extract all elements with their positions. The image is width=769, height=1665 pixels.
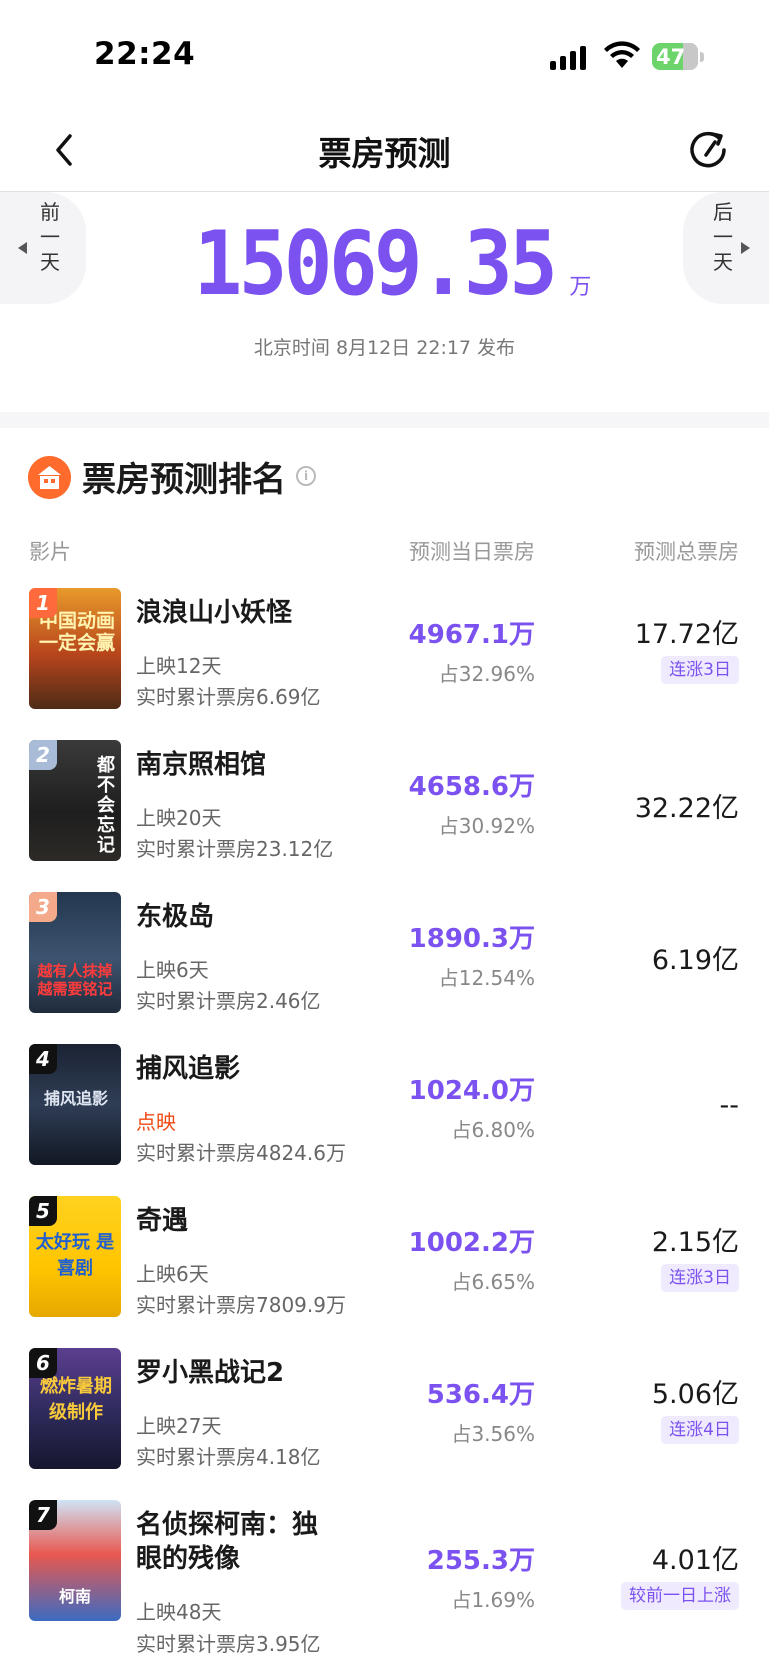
- status-time: 22:24: [94, 36, 196, 72]
- film-name: 东极岛: [136, 902, 215, 932]
- column-daily-forecast: 预测当日票房: [409, 540, 535, 564]
- film-cumulative: 实时累计票房4824.6万: [136, 1141, 346, 1165]
- page-title: 票房预测: [318, 134, 451, 173]
- film-name: 名侦探柯南：独眼的残像: [136, 1510, 319, 1574]
- film-poster: 燃炸暑期 级制作 6: [29, 1348, 121, 1469]
- poster-caption: 越有人抹掉越需要铭记: [37, 962, 113, 998]
- daily-share: 占3.56%: [451, 1422, 535, 1446]
- rank-badge: 4: [29, 1044, 57, 1074]
- total-forecast: 5.06亿: [651, 1379, 739, 1410]
- battery-icon: 47: [652, 43, 698, 70]
- film-cumulative: 实时累计票房7809.9万: [136, 1293, 346, 1317]
- film-cumulative: 实时累计票房23.12亿: [136, 837, 334, 861]
- film-release-days: 上映48天: [136, 1600, 222, 1624]
- poster-caption: 柯南: [58, 1587, 91, 1606]
- total-forecast: 4.01亿: [651, 1545, 739, 1576]
- film-release-days: 上映12天: [136, 654, 222, 678]
- trend-tag: 连涨3日: [661, 656, 739, 684]
- film-cumulative: 实时累计票房2.46亿: [136, 989, 321, 1013]
- rank-badge: 3: [29, 892, 57, 922]
- film-cumulative: 实时累计票房4.18亿: [136, 1445, 321, 1469]
- film-poster: 中国动画一定会赢 1: [29, 588, 121, 709]
- film-name: 捕风追影: [136, 1054, 241, 1084]
- poster-caption: 燃炸暑期 级制作: [40, 1376, 112, 1423]
- film-release-days: 上映27天: [136, 1414, 222, 1438]
- film-release-days: 上映6天: [136, 1262, 209, 1286]
- total-forecast: 6.19亿: [651, 945, 739, 976]
- nav-bar: 票房预测: [0, 110, 769, 192]
- info-icon[interactable]: i: [296, 466, 316, 486]
- film-poster: 越有人抹掉越需要铭记 3: [29, 892, 121, 1013]
- film-row[interactable]: 柯南 7 名侦探柯南：独眼的残像 上映48天 实时累计票房3.95亿 255.3…: [0, 1500, 769, 1665]
- poster-caption: 都不会忘记: [97, 755, 115, 856]
- daily-share: 占12.54%: [438, 966, 535, 990]
- forecast-total: 15069.35 万: [0, 216, 769, 312]
- film-row[interactable]: 越有人抹掉越需要铭记 3 东极岛 上映6天 实时累计票房2.46亿 1890.3…: [0, 892, 769, 1044]
- total-forecast: 32.22亿: [634, 793, 739, 824]
- ranking-title: 票房预测排名: [82, 460, 286, 500]
- rank-badge: 6: [29, 1348, 57, 1378]
- wifi-icon: [604, 41, 640, 68]
- film-row[interactable]: 都不会忘记 2 南京照相馆 上映20天 实时累计票房23.12亿 4658.6万…: [0, 740, 769, 892]
- poster-caption: 捕风追影: [43, 1089, 108, 1108]
- trend-tag: 连涨4日: [661, 1416, 739, 1444]
- column-total-forecast: 预测总票房: [634, 540, 739, 564]
- daily-share: 占1.69%: [451, 1588, 535, 1612]
- film-poster: 捕风追影 4: [29, 1044, 121, 1165]
- daily-share: 占32.96%: [438, 662, 535, 686]
- film-row[interactable]: 中国动画一定会赢 1 浪浪山小妖怪 上映12天 实时累计票房6.69亿 4967…: [0, 588, 769, 740]
- daily-share: 占6.65%: [451, 1270, 535, 1294]
- daily-forecast: 255.3万: [426, 1546, 535, 1576]
- daily-forecast: 1024.0万: [408, 1076, 535, 1106]
- rank-badge: 7: [29, 1500, 57, 1530]
- film-row[interactable]: 捕风追影 4 捕风追影 点映 实时累计票房4824.6万 1024.0万 占6.…: [0, 1044, 769, 1196]
- battery-cap: [700, 52, 704, 62]
- section-divider: [0, 412, 769, 428]
- film-name: 奇遇: [136, 1206, 189, 1236]
- battery-level: 47: [656, 45, 686, 69]
- daily-share: 占6.80%: [451, 1118, 535, 1142]
- film-release-days: 上映20天: [136, 806, 222, 830]
- daily-forecast: 1890.3万: [408, 924, 535, 954]
- film-cumulative: 实时累计票房6.69亿: [136, 685, 321, 709]
- daily-share: 占30.92%: [438, 814, 535, 838]
- film-name: 南京照相馆: [136, 750, 267, 780]
- film-preview-label: 点映: [136, 1110, 176, 1134]
- film-poster: 柯南 7: [29, 1500, 121, 1621]
- daily-forecast: 1002.2万: [408, 1228, 535, 1258]
- forecast-total-unit: 万: [569, 275, 592, 300]
- trend-tag: 连涨3日: [661, 1264, 739, 1292]
- forecast-total-value: 15069.35: [193, 212, 557, 315]
- refresh-icon[interactable]: [686, 128, 730, 172]
- film-name: 罗小黑战记2: [136, 1358, 285, 1388]
- status-bar: 22:24 47: [0, 0, 769, 110]
- rank-badge: 1: [29, 588, 57, 618]
- film-cumulative: 实时累计票房3.95亿: [136, 1632, 321, 1656]
- cellular-signal-icon: [550, 44, 590, 70]
- rank-badge: 5: [29, 1196, 57, 1226]
- publish-time: 北京时间 8月12日 22:17 发布: [253, 337, 516, 359]
- total-forecast: --: [719, 1090, 740, 1121]
- trend-tag: 较前一日上涨: [621, 1582, 739, 1610]
- daily-forecast: 536.4万: [426, 1380, 535, 1410]
- total-forecast: 17.72亿: [634, 619, 739, 650]
- film-release-days: 上映6天: [136, 958, 209, 982]
- total-forecast: 2.15亿: [651, 1227, 739, 1258]
- daily-forecast: 4967.1万: [408, 620, 535, 650]
- film-poster: 太好玩 是喜剧 5: [29, 1196, 121, 1317]
- box-office-logo-icon: [28, 456, 71, 499]
- film-row[interactable]: 燃炸暑期 级制作 6 罗小黑战记2 上映27天 实时累计票房4.18亿 536.…: [0, 1348, 769, 1500]
- rank-badge: 2: [29, 740, 57, 770]
- film-poster: 都不会忘记 2: [29, 740, 121, 861]
- poster-caption: 太好玩 是喜剧: [35, 1232, 115, 1279]
- film-row[interactable]: 太好玩 是喜剧 5 奇遇 上映6天 实时累计票房7809.9万 1002.2万 …: [0, 1196, 769, 1348]
- daily-forecast: 4658.6万: [408, 772, 535, 802]
- film-name: 浪浪山小妖怪: [136, 598, 293, 628]
- column-film: 影片: [29, 540, 71, 564]
